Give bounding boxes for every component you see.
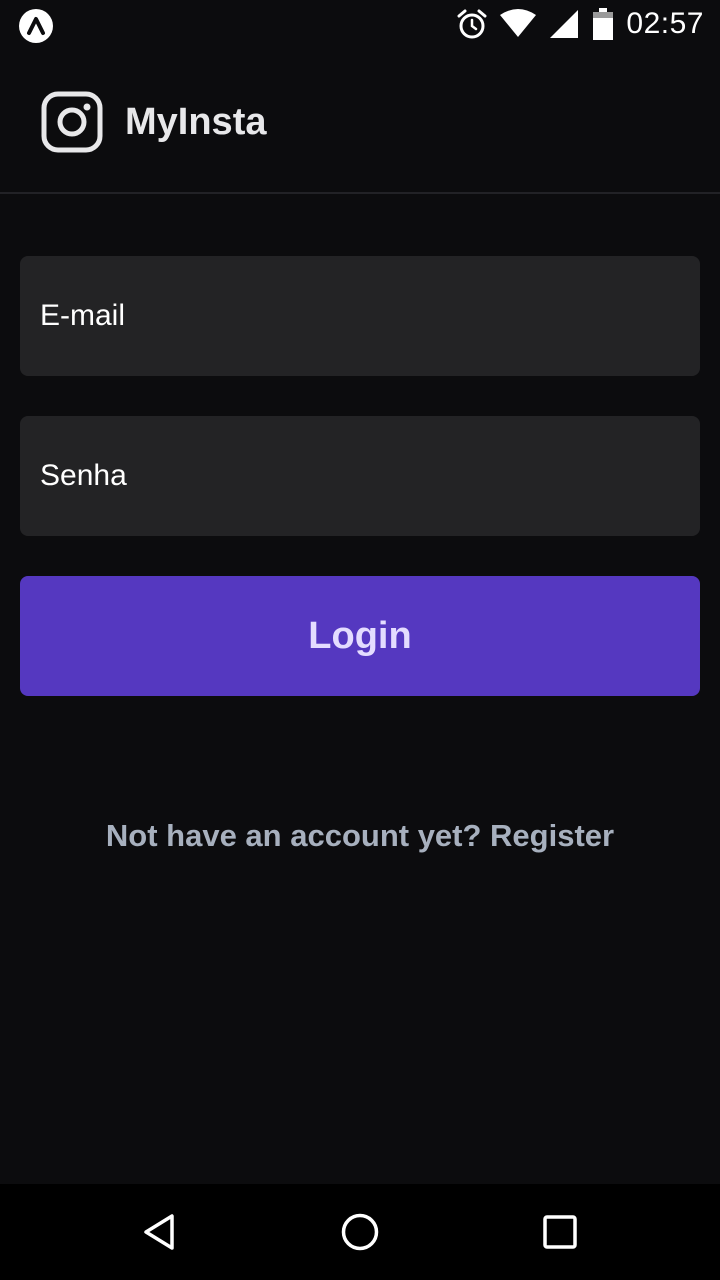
wifi-icon <box>500 9 537 37</box>
recents-icon <box>543 1215 577 1249</box>
login-button[interactable]: Login <box>20 576 700 696</box>
instagram-logo-icon <box>41 91 103 153</box>
email-field[interactable] <box>20 256 700 376</box>
back-button[interactable] <box>136 1208 184 1256</box>
status-icons: 02:57 <box>456 0 704 48</box>
cell-signal-icon <box>550 10 579 38</box>
home-icon <box>341 1213 379 1251</box>
home-button[interactable] <box>336 1208 384 1256</box>
app-header: MyInsta <box>0 48 720 194</box>
battery-icon <box>593 8 614 40</box>
alarm-icon <box>457 9 487 39</box>
app-notification-icon <box>19 9 53 43</box>
status-time: 02:57 <box>626 7 704 40</box>
password-field[interactable] <box>20 416 700 536</box>
register-link[interactable]: Not have an account yet? Register <box>0 818 720 854</box>
status-bar: 02:57 <box>0 0 720 48</box>
back-icon <box>144 1214 174 1250</box>
app-title: MyInsta <box>125 101 267 143</box>
navigation-bar <box>0 1184 720 1280</box>
recents-button[interactable] <box>536 1208 584 1256</box>
